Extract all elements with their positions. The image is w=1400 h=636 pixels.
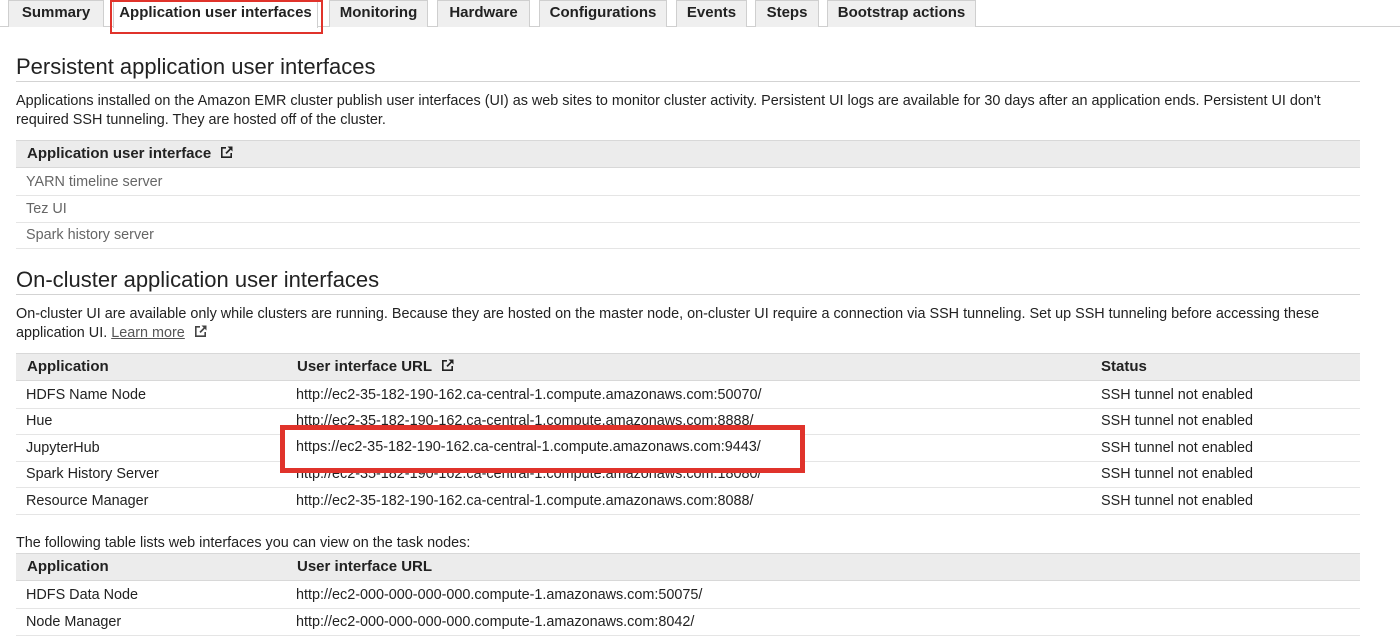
tab-application-user-interfaces[interactable]: Application user interfaces [113, 0, 318, 28]
status-text: SSH tunnel not enabled [1101, 440, 1254, 456]
application-name: Spark History Server [26, 466, 159, 482]
persistent-description: Applications installed on the Amazon EMR… [16, 93, 1321, 128]
application-name: HDFS Data Node [26, 587, 138, 603]
tab-configurations[interactable]: Configurations [539, 0, 667, 27]
table-row[interactable]: YARN timeline server [16, 169, 1360, 196]
emr-cluster-page: Summary Application user interfaces Moni… [0, 0, 1400, 636]
task-nodes-table-header: Application User interface URL [16, 553, 1360, 581]
table-row: Resource Manager http://ec2-35-182-190-1… [16, 488, 1360, 515]
task-nodes-intro: The following table lists web interfaces… [16, 535, 471, 551]
tab-events[interactable]: Events [676, 0, 747, 27]
tab-monitoring[interactable]: Monitoring [329, 0, 428, 27]
application-name: HDFS Name Node [26, 387, 146, 403]
tab-summary[interactable]: Summary [8, 0, 104, 27]
ui-url-link[interactable]: http://ec2-000-000-000-000.compute-1.ama… [296, 609, 694, 635]
application-name: JupyterHub [26, 440, 100, 456]
persistent-ui-name[interactable]: Tez UI [26, 196, 67, 222]
section-divider [16, 294, 1360, 295]
tab-bar: Summary Application user interfaces Moni… [0, 0, 1400, 28]
external-link-icon[interactable] [193, 324, 208, 339]
tab-steps[interactable]: Steps [755, 0, 819, 27]
table-row: HDFS Data Node http://ec2-000-000-000-00… [16, 582, 1360, 609]
on-cluster-section-title: On-cluster application user interfaces [16, 267, 380, 292]
status-text: SSH tunnel not enabled [1101, 493, 1254, 509]
external-link-icon[interactable] [440, 358, 455, 373]
on-cluster-description: On-cluster UI are available only while c… [16, 306, 1320, 341]
column-header-application-user-interface: Application user interface [27, 141, 234, 168]
ui-url-link[interactable]: http://ec2-000-000-000-000.compute-1.ama… [296, 582, 702, 608]
column-header-application: Application [27, 358, 109, 375]
application-name: Node Manager [26, 614, 122, 630]
jupyterhub-url-highlight-box: https://ec2-35-182-190-162.ca-central-1.… [280, 425, 805, 473]
ui-url-link[interactable]: http://ec2-35-182-190-162.ca-central-1.c… [296, 488, 754, 514]
tab-bootstrap-actions[interactable]: Bootstrap actions [827, 0, 976, 27]
persistent-ui-name[interactable]: YARN timeline server [26, 169, 162, 195]
on-cluster-table-header: Application User interface URL Status [16, 353, 1360, 381]
table-row[interactable]: Spark history server [16, 222, 1360, 249]
tab-hardware[interactable]: Hardware [437, 0, 530, 27]
status-text: SSH tunnel not enabled [1101, 413, 1254, 429]
table-row[interactable]: Tez UI [16, 196, 1360, 223]
persistent-table-header: Application user interface [16, 140, 1360, 168]
ui-url-link[interactable]: http://ec2-35-182-190-162.ca-central-1.c… [296, 382, 762, 408]
external-link-icon[interactable] [219, 145, 234, 160]
column-header-status: Status [1101, 358, 1147, 375]
persistent-section-title: Persistent application user interfaces [16, 54, 376, 79]
section-divider [16, 81, 1360, 82]
application-name: Resource Manager [26, 493, 149, 509]
column-header-user-interface-url: User interface URL [297, 558, 433, 575]
table-row: HDFS Name Node http://ec2-35-182-190-162… [16, 382, 1360, 409]
learn-more-link[interactable]: Learn more [111, 325, 185, 341]
highlighted-url[interactable]: https://ec2-35-182-190-162.ca-central-1.… [296, 439, 761, 455]
column-header-application: Application [27, 558, 109, 575]
application-name: Hue [26, 413, 53, 429]
status-text: SSH tunnel not enabled [1101, 466, 1254, 482]
table-row: Node Manager http://ec2-000-000-000-000.… [16, 609, 1360, 636]
column-header-user-interface-url: User interface URL [297, 354, 455, 381]
status-text: SSH tunnel not enabled [1101, 387, 1254, 403]
persistent-ui-name[interactable]: Spark history server [26, 222, 154, 248]
